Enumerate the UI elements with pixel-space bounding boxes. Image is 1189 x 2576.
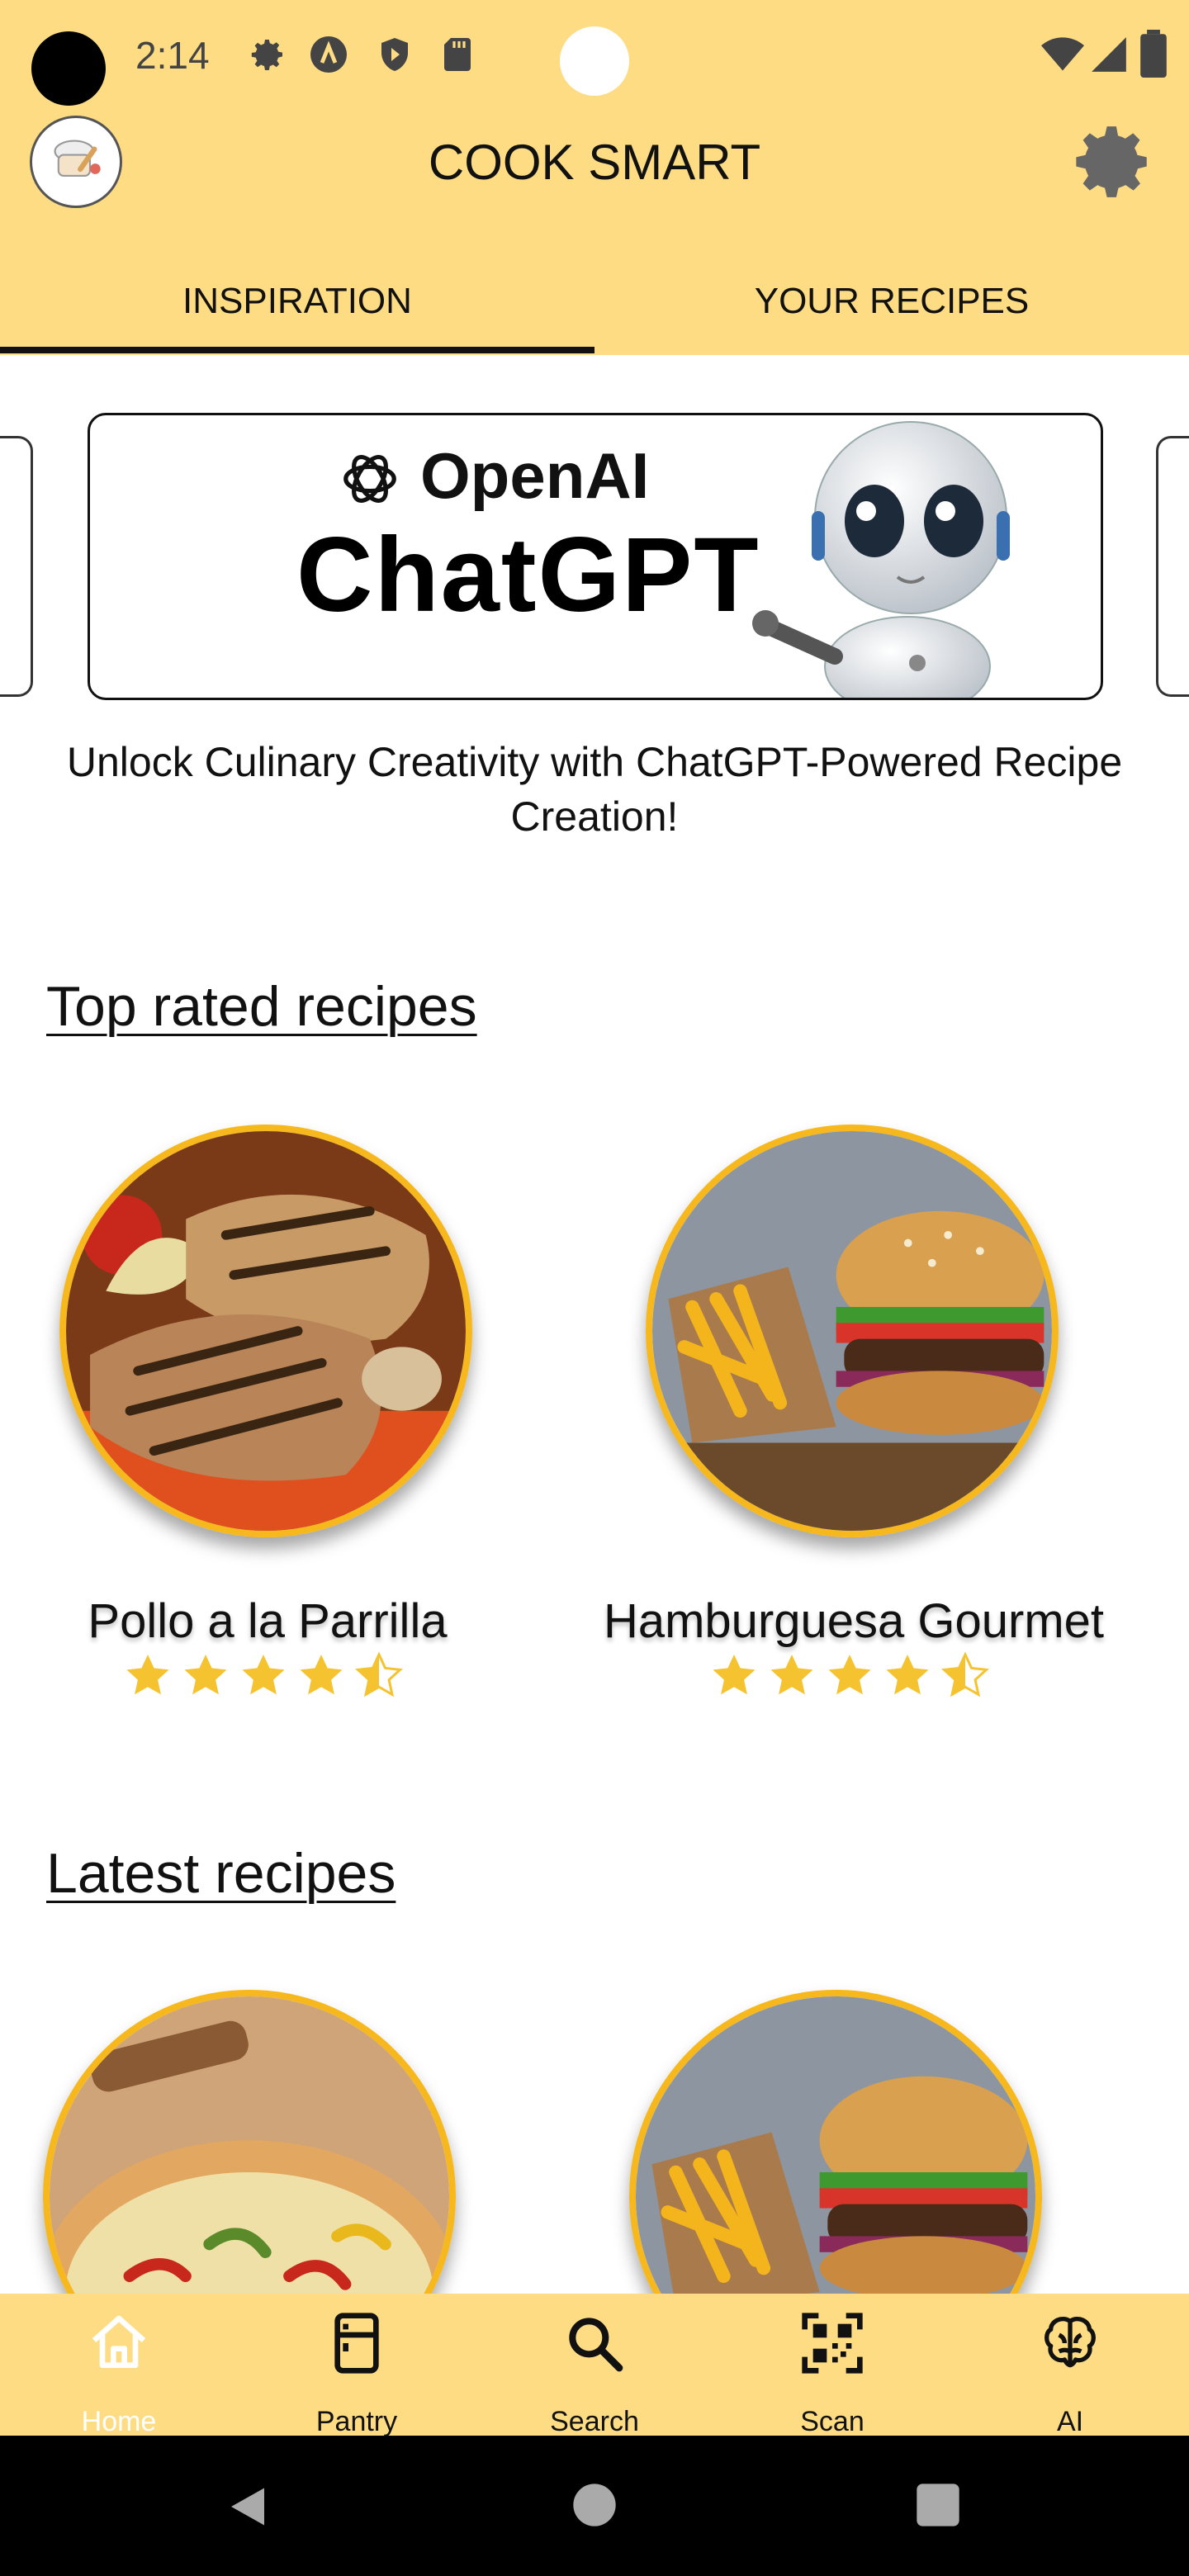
notification-dot [560, 26, 629, 96]
home-circle-icon[interactable] [571, 2482, 618, 2528]
recipe-name[interactable]: Pollo a la Parrilla [0, 1593, 565, 1649]
nav-label: Scan [800, 2406, 865, 2437]
rating-stars [0, 1651, 565, 1705]
nav-scan[interactable]: Scan [713, 2294, 951, 2437]
qr-code-icon [802, 2313, 863, 2374]
nav-label: Search [550, 2406, 639, 2437]
nav-pantry[interactable]: Pantry [238, 2294, 476, 2437]
sd-card-icon [444, 38, 471, 71]
back-icon[interactable] [223, 2482, 272, 2531]
search-icon [569, 2318, 623, 2372]
carousel-next-card[interactable] [1156, 436, 1189, 697]
system-navigation-bar [0, 2436, 1189, 2576]
recipe-name[interactable]: Hamburguesa Gourmet [557, 1593, 1151, 1649]
nav-label: Home [81, 2406, 157, 2437]
banner-tagline: Unlock Culinary Creativity with ChatGPT-… [66, 739, 1123, 840]
star-rating-icons [126, 1653, 401, 1696]
rating-stars [557, 1651, 1151, 1705]
brain-icon [1045, 2317, 1096, 2368]
burger-photo [652, 1131, 1052, 1531]
camera-cutout [31, 31, 106, 106]
recents-icon[interactable] [915, 2482, 961, 2528]
nav-search[interactable]: Search [476, 2294, 713, 2437]
battery-icon [1140, 30, 1167, 78]
nav-label: Pantry [315, 2406, 398, 2437]
settings-status-icon [251, 40, 282, 70]
tab-inspiration[interactable]: INSPIRATION [0, 281, 594, 322]
nav-ai[interactable]: AI [951, 2294, 1189, 2437]
nav-label: AI [1056, 2406, 1084, 2437]
star-rating-icons [713, 1653, 988, 1696]
robot-illustration [752, 421, 1010, 698]
status-time: 2:14 [135, 34, 210, 77]
home-icon [92, 2315, 146, 2368]
nav-home[interactable]: Home [0, 2294, 238, 2437]
app-header: 2:14 COOK SMART INSPIRATION YOUR RECIPES [0, 0, 1189, 355]
fridge-icon [334, 2313, 379, 2374]
signal-icon [1092, 37, 1126, 72]
a-status-icon [310, 36, 347, 73]
openai-logo-icon [343, 455, 396, 503]
recipe-card-image[interactable] [646, 1125, 1059, 1537]
shield-status-icon [381, 38, 408, 71]
chatgpt-banner[interactable]: OpenAI ChatGPT [88, 413, 1103, 700]
latest-heading: Latest recipes [46, 1842, 396, 1905]
bottom-navigation: Home Pantry Search Scan AI [0, 2294, 1189, 2437]
recipe-card-image[interactable] [59, 1125, 472, 1537]
banner-brand: OpenAI [420, 439, 650, 512]
carousel-prev-card[interactable] [0, 436, 33, 697]
grilled-chicken-photo [66, 1131, 466, 1531]
active-tab-indicator [0, 347, 594, 353]
settings-gear-icon[interactable] [1070, 119, 1156, 205]
wifi-icon [1041, 37, 1084, 71]
top-rated-heading: Top rated recipes [46, 975, 477, 1038]
tab-your-recipes[interactable]: YOUR RECIPES [594, 281, 1189, 322]
app-title: COOK SMART [428, 135, 761, 190]
